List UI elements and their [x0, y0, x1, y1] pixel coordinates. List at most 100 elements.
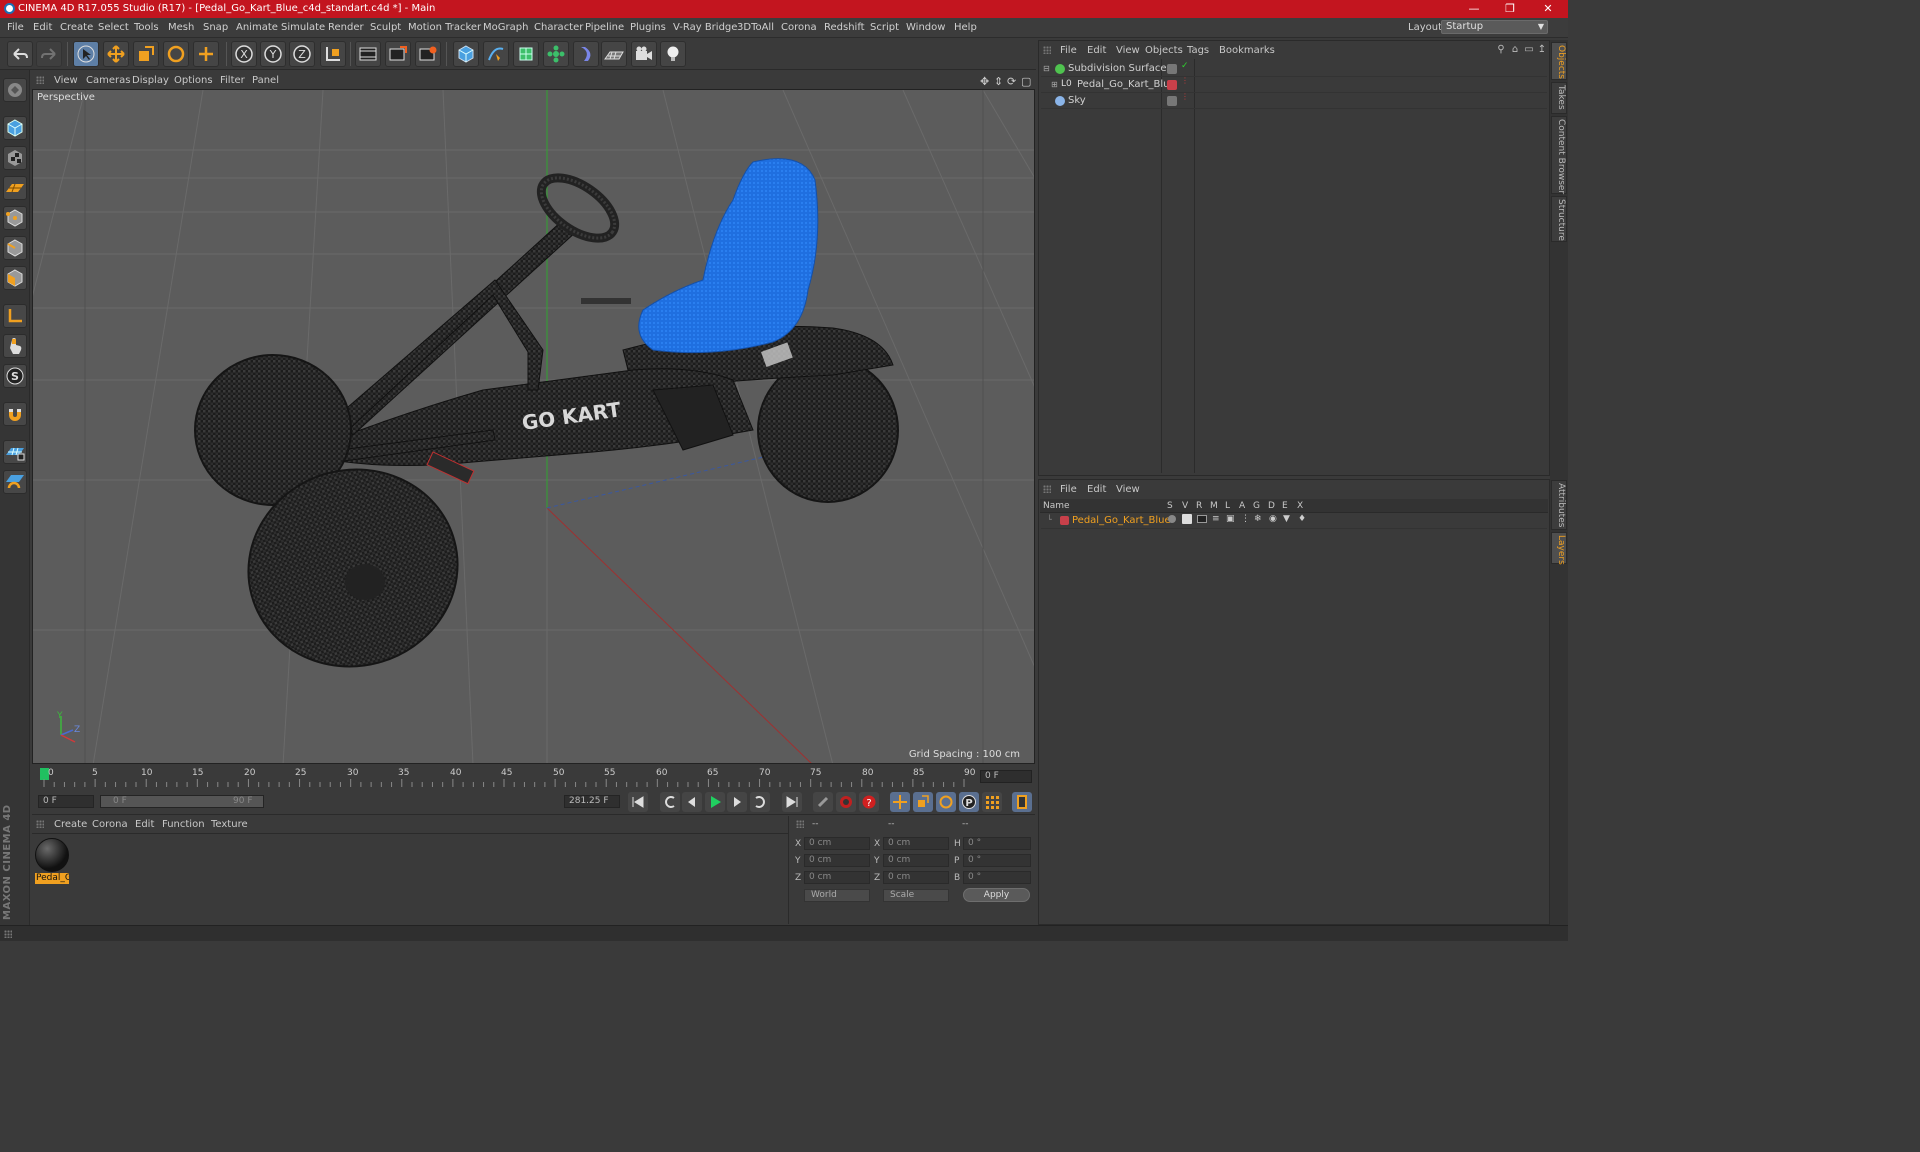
- magnet-icon[interactable]: [3, 402, 27, 426]
- layer-color-swatch[interactable]: [1060, 516, 1069, 525]
- panel-grip[interactable]: [1043, 485, 1051, 493]
- material-menu-edit[interactable]: Edit: [135, 819, 154, 830]
- floor-icon[interactable]: [601, 41, 627, 67]
- collapse-icon[interactable]: ⊟: [1043, 64, 1050, 73]
- snap-settings-icon[interactable]: [3, 470, 27, 494]
- coordinate-mode-dropdown[interactable]: World: [804, 889, 870, 902]
- manager-toggle-icon[interactable]: ≡: [1212, 514, 1220, 524]
- expand-icon[interactable]: ⊞: [1051, 80, 1058, 89]
- menu-window[interactable]: Window: [906, 22, 945, 33]
- object-menu-bookmarks[interactable]: Bookmarks: [1219, 45, 1275, 56]
- light-icon[interactable]: [660, 41, 686, 67]
- panel-grip[interactable]: [36, 76, 44, 84]
- expressions-toggle-icon[interactable]: ▼: [1283, 514, 1290, 524]
- texture-mode-icon[interactable]: [3, 146, 27, 170]
- pos-z-field[interactable]: 0 cm: [804, 871, 870, 884]
- material-menu-function[interactable]: Function: [162, 819, 205, 830]
- menu-plugins[interactable]: Plugins: [630, 22, 666, 33]
- minimize-icon[interactable]: —: [1456, 0, 1492, 18]
- end-frame-field[interactable]: 281.25 F: [564, 795, 620, 808]
- panel-grip[interactable]: [4, 930, 12, 938]
- current-frame-field[interactable]: 0 F: [980, 770, 1032, 783]
- animation-toggle-icon[interactable]: ⋮: [1241, 514, 1250, 524]
- key-position-icon[interactable]: [890, 792, 910, 812]
- viewport-menu-panel[interactable]: Panel: [252, 75, 279, 86]
- viewport-menu-cameras[interactable]: Cameras: [86, 75, 130, 86]
- pen-spline-icon[interactable]: [483, 41, 509, 67]
- expand-icon[interactable]: ↥: [1536, 44, 1548, 56]
- tab-objects[interactable]: Objects: [1551, 42, 1567, 80]
- tab-layers[interactable]: Layers: [1551, 532, 1567, 565]
- start-frame-field[interactable]: 0 F: [38, 795, 94, 808]
- preview-range-slider[interactable]: 0 F 90 F: [100, 795, 264, 808]
- menu-render[interactable]: Render: [328, 22, 364, 33]
- menu-help[interactable]: Help: [954, 22, 977, 33]
- layer-tag-icon[interactable]: [1167, 96, 1177, 106]
- render-view-icon[interactable]: [355, 41, 381, 67]
- render-picture-viewer-icon[interactable]: [385, 41, 411, 67]
- object-menu-view[interactable]: View: [1116, 45, 1140, 56]
- move-icon[interactable]: [103, 41, 129, 67]
- key-parameter-icon[interactable]: P: [959, 792, 979, 812]
- edges-mode-icon[interactable]: [3, 236, 27, 260]
- panel-grip[interactable]: [1043, 46, 1051, 54]
- tab-takes[interactable]: Takes: [1551, 82, 1567, 114]
- layer-menu-file[interactable]: File: [1060, 484, 1077, 495]
- apply-button[interactable]: Apply: [963, 888, 1030, 902]
- layer-column-generators[interactable]: G: [1253, 501, 1260, 511]
- layer-tag-icon[interactable]: [1167, 64, 1177, 74]
- menu-file[interactable]: File: [7, 22, 24, 33]
- polygons-mode-icon[interactable]: [3, 266, 27, 290]
- home-icon[interactable]: ⌂: [1509, 44, 1521, 56]
- points-mode-icon[interactable]: [3, 206, 27, 230]
- lock-toggle-icon[interactable]: ▣: [1226, 514, 1235, 524]
- visibility-dots-icon[interactable]: ⋮: [1181, 92, 1189, 101]
- menu-motion-tracker[interactable]: Motion Tracker: [408, 22, 481, 33]
- play-icon[interactable]: [705, 792, 725, 812]
- viewport-menu-filter[interactable]: Filter: [220, 75, 245, 86]
- viewport-menu-display[interactable]: Display: [132, 75, 169, 86]
- rotate-icon[interactable]: [163, 41, 189, 67]
- pos-y-field[interactable]: 0 cm: [804, 854, 870, 867]
- menu-redshift[interactable]: Redshift: [824, 22, 865, 33]
- object-row-sky[interactable]: Sky ⋮: [1041, 92, 1547, 109]
- layer-column-expressions[interactable]: E: [1282, 501, 1288, 511]
- size-y-field[interactable]: 0 cm: [883, 854, 949, 867]
- undo-icon[interactable]: [7, 41, 33, 67]
- menu-tools[interactable]: Tools: [134, 22, 159, 33]
- layer-row[interactable]: └ Pedal_Go_Kart_Blue ≡ ▣ ⋮ ❄ ◉ ▼ ♦: [1041, 513, 1547, 529]
- viewport-rotate-icon[interactable]: ⟳: [1007, 75, 1016, 88]
- rot-h-field[interactable]: 0 °: [963, 837, 1031, 850]
- layer-column-manager[interactable]: M: [1210, 501, 1218, 511]
- panel-grip[interactable]: [36, 820, 44, 828]
- solo-icon[interactable]: S: [3, 364, 27, 388]
- search-icon[interactable]: ⚲: [1495, 44, 1507, 56]
- solo-toggle-icon[interactable]: [1168, 515, 1176, 523]
- key-rotation-icon[interactable]: [936, 792, 956, 812]
- autokey-icon[interactable]: [836, 792, 856, 812]
- z-axis-icon[interactable]: Z: [289, 41, 315, 67]
- menu-corona[interactable]: Corona: [781, 22, 817, 33]
- layer-menu-view[interactable]: View: [1116, 484, 1140, 495]
- workplane-icon[interactable]: [3, 176, 27, 200]
- object-menu-tags[interactable]: Tags: [1187, 45, 1209, 56]
- model-mode-icon[interactable]: [3, 116, 27, 140]
- menu-sculpt[interactable]: Sculpt: [370, 22, 401, 33]
- tab-structure[interactable]: Structure: [1551, 196, 1567, 242]
- panel-grip[interactable]: [796, 820, 804, 828]
- menu-animate[interactable]: Animate: [236, 22, 278, 33]
- menu-edit[interactable]: Edit: [33, 22, 52, 33]
- layer-column-deformers[interactable]: D: [1268, 501, 1275, 511]
- layer-color-icon[interactable]: [1167, 80, 1177, 90]
- close-icon[interactable]: ✕: [1530, 0, 1566, 18]
- axis-mode-icon[interactable]: [3, 304, 27, 328]
- timeline-ruler[interactable]: 0 5 10 15 20 25 30 35 40 45 50 55 60 65 …: [32, 765, 1035, 789]
- array-icon[interactable]: [543, 41, 569, 67]
- coordinate-system-icon[interactable]: [320, 41, 346, 67]
- menu-mograph[interactable]: MoGraph: [483, 22, 528, 33]
- rot-p-field[interactable]: 0 °: [963, 854, 1031, 867]
- deformer-icon[interactable]: [573, 41, 599, 67]
- key-scale-icon[interactable]: [913, 792, 933, 812]
- layer-column-view[interactable]: V: [1182, 501, 1188, 511]
- subdivision-icon[interactable]: [513, 41, 539, 67]
